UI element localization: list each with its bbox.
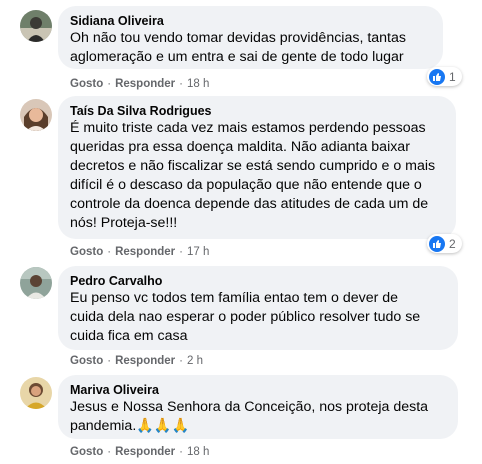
comment-bubble: Mariva Oliveira Jesus e Nossa Senhora da… (58, 375, 458, 439)
separator: · (179, 78, 183, 90)
comment-author[interactable]: Sidiana Oliveira (70, 13, 431, 29)
comment-author[interactable]: Mariva Oliveira (70, 382, 446, 398)
comment-time[interactable]: 18 h (187, 446, 209, 458)
comment-text: É muito triste cada vez mais estamos per… (70, 120, 436, 231)
avatar[interactable] (20, 10, 52, 42)
comment-text: Jesus e Nossa Senhora da Conceição, nos … (70, 399, 429, 434)
comment-bubble: Taís Da Silva Rodrigues É muito triste c… (58, 96, 456, 239)
like-button[interactable]: Gosto (70, 355, 103, 367)
separator: · (179, 446, 183, 458)
comment-actions: Gosto · Responder · 17 h (70, 244, 209, 260)
like-icon (429, 235, 445, 252)
avatar[interactable] (20, 99, 52, 131)
reply-button[interactable]: Responder (115, 355, 175, 367)
comment-time[interactable]: 2 h (187, 355, 203, 367)
separator: · (179, 246, 183, 258)
comment-text: Eu penso vc todos tem família entao tem … (70, 290, 421, 344)
separator: · (107, 78, 112, 90)
comment-text: Oh não tou vendo tomar devidas providênc… (70, 30, 406, 65)
like-icon (429, 68, 445, 85)
comment-bubble: Pedro Carvalho Eu penso vc todos tem fam… (58, 266, 458, 350)
comment-actions: Gosto · Responder · 18 h (70, 444, 209, 460)
like-button[interactable]: Gosto (70, 446, 103, 458)
like-button[interactable]: Gosto (70, 246, 103, 258)
separator: · (107, 355, 112, 367)
reaction-count: 2 (449, 236, 456, 251)
reply-button[interactable]: Responder (115, 246, 175, 258)
comment-bubble: Sidiana Oliveira Oh não tou vendo tomar … (58, 6, 443, 69)
comment-author[interactable]: Pedro Carvalho (70, 273, 446, 289)
comment-time[interactable]: 18 h (187, 78, 209, 90)
reply-button[interactable]: Responder (115, 446, 175, 458)
comment-time[interactable]: 17 h (187, 246, 209, 258)
avatar[interactable] (20, 267, 52, 299)
separator: · (107, 246, 112, 258)
reply-button[interactable]: Responder (115, 78, 175, 90)
comment-author[interactable]: Taís Da Silva Rodrigues (70, 103, 444, 119)
comment-actions: Gosto · Responder · 18 h (70, 76, 209, 92)
reaction-count: 1 (449, 69, 456, 84)
reaction-summary[interactable]: 2 (427, 234, 462, 253)
comment-actions: Gosto · Responder · 2 h (70, 353, 203, 369)
avatar[interactable] (20, 377, 52, 409)
separator: · (179, 355, 183, 367)
separator: · (107, 446, 112, 458)
reaction-summary[interactable]: 1 (427, 67, 462, 86)
like-button[interactable]: Gosto (70, 78, 103, 90)
